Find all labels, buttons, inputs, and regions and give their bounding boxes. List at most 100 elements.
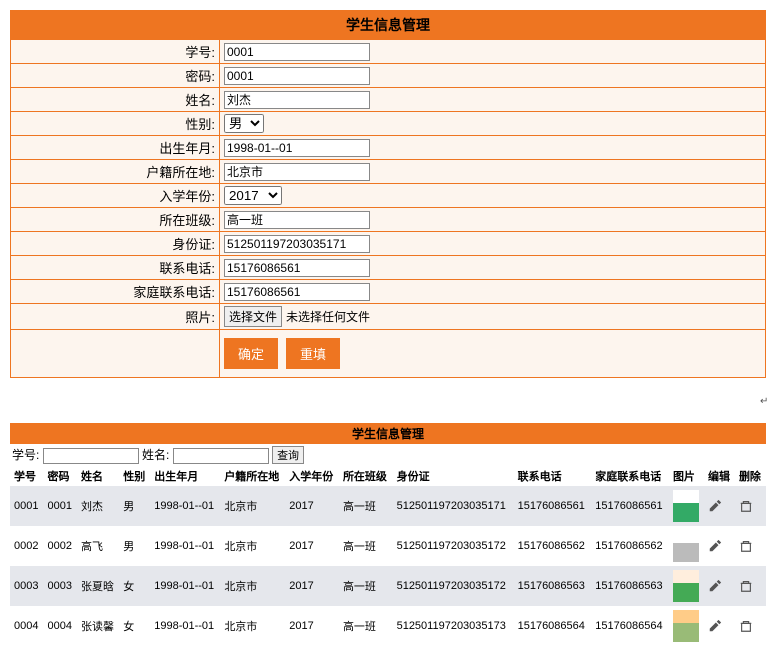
- table-cell: 2017: [285, 606, 339, 646]
- input-name[interactable]: [224, 91, 370, 109]
- table-cell: 高一班: [339, 566, 393, 606]
- search-input-id[interactable]: [43, 448, 139, 464]
- edit-icon[interactable]: [708, 579, 722, 593]
- delete-icon[interactable]: [739, 499, 753, 513]
- column-header: 联系电话: [514, 466, 592, 486]
- search-bar: 学号: 姓名: 查询: [10, 444, 766, 466]
- table-cell: 15176086563: [591, 566, 669, 606]
- select-enroll-year[interactable]: 2017: [224, 186, 282, 205]
- file-status: 未选择任何文件: [286, 310, 370, 324]
- student-list-table: 学号密码姓名性别出生年月户籍所在地入学年份所在班级身份证联系电话家庭联系电话图片…: [10, 466, 766, 646]
- delete-icon[interactable]: [739, 579, 753, 593]
- column-header: 删除: [735, 466, 766, 486]
- input-phone[interactable]: [224, 259, 370, 277]
- table-cell: 1998-01--01: [150, 566, 220, 606]
- column-header: 身份证: [393, 466, 514, 486]
- label-family-phone: 家庭联系电话:: [11, 280, 220, 304]
- table-cell: 15176086563: [514, 566, 592, 606]
- table-cell: 女: [119, 566, 150, 606]
- table-cell: 2017: [285, 526, 339, 566]
- input-hometown[interactable]: [224, 163, 370, 181]
- table-cell: 0001: [10, 486, 44, 526]
- table-cell: 女: [119, 606, 150, 646]
- form-title: 学生信息管理: [11, 11, 766, 40]
- delete-icon[interactable]: [739, 619, 753, 633]
- table-row: 00010001刘杰男1998-01--01北京市2017高一班51250119…: [10, 486, 766, 526]
- table-cell: 北京市: [220, 486, 285, 526]
- submit-button[interactable]: 确定: [224, 338, 278, 369]
- column-header: 图片: [669, 466, 704, 486]
- avatar: [673, 530, 699, 562]
- label-student-id: 学号:: [11, 40, 220, 64]
- column-header: 户籍所在地: [220, 466, 285, 486]
- column-header: 姓名: [77, 466, 119, 486]
- label-photo: 照片:: [11, 304, 220, 330]
- edit-icon[interactable]: [708, 499, 722, 513]
- table-cell: 0002: [10, 526, 44, 566]
- table-cell: 北京市: [220, 526, 285, 566]
- table-cell: 15176086562: [591, 526, 669, 566]
- avatar: [673, 610, 699, 642]
- input-family-phone[interactable]: [224, 283, 370, 301]
- table-cell: 张读馨: [77, 606, 119, 646]
- label-hometown: 户籍所在地:: [11, 160, 220, 184]
- table-cell: 1998-01--01: [150, 486, 220, 526]
- search-input-name[interactable]: [173, 448, 269, 464]
- select-gender[interactable]: 男: [224, 114, 264, 133]
- input-birth[interactable]: [224, 139, 370, 157]
- reset-button[interactable]: 重填: [286, 338, 340, 369]
- list-title: 学生信息管理: [10, 423, 766, 444]
- table-cell: 15176086561: [514, 486, 592, 526]
- input-student-id[interactable]: [224, 43, 370, 61]
- table-cell: 0004: [10, 606, 44, 646]
- column-header: 学号: [10, 466, 44, 486]
- label-phone: 联系电话:: [11, 256, 220, 280]
- table-cell: 北京市: [220, 566, 285, 606]
- edit-icon[interactable]: [708, 539, 722, 553]
- edit-icon[interactable]: [708, 619, 722, 633]
- file-select-button[interactable]: 选择文件: [224, 306, 282, 327]
- label-password: 密码:: [11, 64, 220, 88]
- table-cell: 1998-01--01: [150, 606, 220, 646]
- table-cell: 刘杰: [77, 486, 119, 526]
- delete-icon[interactable]: [739, 539, 753, 553]
- column-header: 出生年月: [150, 466, 220, 486]
- table-cell: 高一班: [339, 526, 393, 566]
- label-name: 姓名:: [11, 88, 220, 112]
- table-cell: 512501197203035172: [393, 566, 514, 606]
- label-enroll-year: 入学年份:: [11, 184, 220, 208]
- column-header: 所在班级: [339, 466, 393, 486]
- table-cell: 15176086564: [591, 606, 669, 646]
- table-cell: 512501197203035173: [393, 606, 514, 646]
- table-cell: 高一班: [339, 486, 393, 526]
- table-cell: 0001: [44, 486, 78, 526]
- search-label-name: 姓名:: [142, 448, 169, 462]
- table-cell: 0002: [44, 526, 78, 566]
- table-cell: 高飞: [77, 526, 119, 566]
- table-cell: 张夏晗: [77, 566, 119, 606]
- table-cell: 2017: [285, 566, 339, 606]
- label-gender: 性别:: [11, 112, 220, 136]
- label-birth: 出生年月:: [11, 136, 220, 160]
- input-idcard[interactable]: [224, 235, 370, 253]
- input-class[interactable]: [224, 211, 370, 229]
- student-form: 学生信息管理 学号: 密码: 姓名: 性别:男 出生年月: 户籍所在地: 入学年…: [10, 10, 766, 378]
- input-password[interactable]: [224, 67, 370, 85]
- label-idcard: 身份证:: [11, 232, 220, 256]
- table-cell: 0003: [44, 566, 78, 606]
- search-label-id: 学号:: [12, 448, 39, 462]
- table-cell: 男: [119, 486, 150, 526]
- table-cell: 2017: [285, 486, 339, 526]
- search-button[interactable]: 查询: [272, 446, 304, 464]
- table-cell: 高一班: [339, 606, 393, 646]
- table-cell: 512501197203035171: [393, 486, 514, 526]
- avatar: [673, 490, 699, 522]
- avatar: [673, 570, 699, 602]
- column-header: 性别: [119, 466, 150, 486]
- label-class: 所在班级:: [11, 208, 220, 232]
- column-header: 入学年份: [285, 466, 339, 486]
- table-cell: 15176086562: [514, 526, 592, 566]
- table-cell: 0004: [44, 606, 78, 646]
- table-cell: 512501197203035172: [393, 526, 514, 566]
- column-header: 家庭联系电话: [591, 466, 669, 486]
